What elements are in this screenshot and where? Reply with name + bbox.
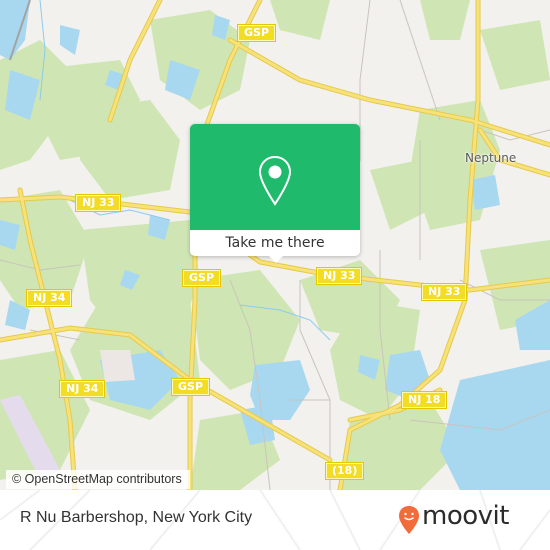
moovit-wordmark: moovit <box>422 501 509 531</box>
route-shield-nj33: NJ 33 <box>317 268 362 284</box>
route-shield-gsp: GSP <box>238 25 276 41</box>
route-shield-nj33: NJ 33 <box>422 284 467 300</box>
route-shield-gsp: GSP <box>172 379 210 395</box>
map-pin-icon <box>258 155 292 206</box>
popup-pointer <box>268 255 284 263</box>
route-shield-nj18: NJ 18 <box>402 392 447 408</box>
place-title: R Nu Barbershop, New York City <box>20 509 253 526</box>
route-shield-gsp: GSP <box>183 270 221 286</box>
map-view[interactable]: GSP NJ 33 NJ 33 NJ 33 GSP NJ 34 NJ 34 GS… <box>0 0 550 490</box>
place-label-neptune: Neptune <box>465 151 517 165</box>
footer-bar: R Nu Barbershop, New York City moovit <box>0 490 550 550</box>
location-popup[interactable]: Take me there <box>190 124 360 263</box>
route-shield-nj33: NJ 33 <box>76 195 121 211</box>
moovit-logo[interactable]: moovit <box>398 501 538 538</box>
take-me-there-button[interactable]: Take me there <box>190 230 360 256</box>
moovit-pin-icon <box>399 506 419 534</box>
route-shield-18: (18) <box>326 463 364 479</box>
route-shield-nj34: NJ 34 <box>60 381 105 397</box>
popup-header <box>190 124 360 230</box>
map-attribution[interactable]: © OpenStreetMap contributors <box>6 470 190 489</box>
route-shield-nj34: NJ 34 <box>27 290 72 306</box>
